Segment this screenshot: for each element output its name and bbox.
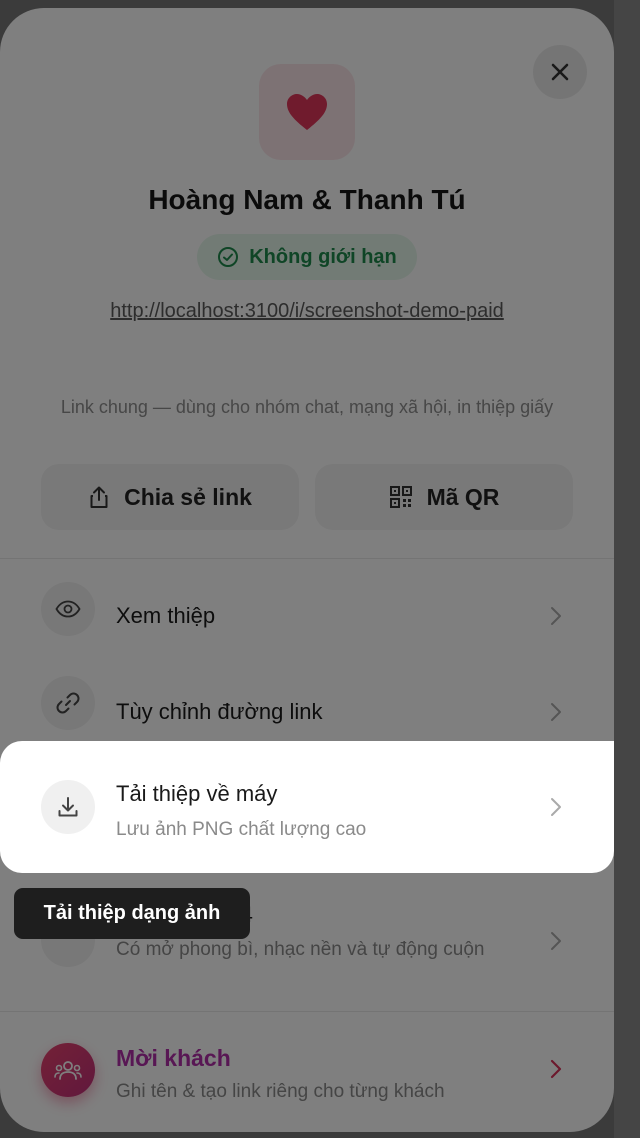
chevron-right-icon [551, 607, 561, 625]
qr-code-button[interactable]: Mã QR [315, 464, 573, 530]
share-link-label: Chia sẻ link [124, 483, 252, 510]
card-logo [259, 64, 355, 160]
link-icon-circle [41, 676, 95, 730]
download-icon [58, 797, 78, 817]
share-link-button[interactable]: Chia sẻ link [41, 464, 299, 530]
share-description: Link chung — dùng cho nhóm chat, mạng xã… [60, 397, 554, 417]
share-dialog: Hoàng Nam & Thanh Tú Không giới hạn http… [0, 8, 614, 1132]
check-circle-icon [218, 247, 239, 267]
dialog-header: Hoàng Nam & Thanh Tú Không giới hạn http… [0, 8, 614, 558]
menu-item-invite-guests[interactable]: Mời khách Ghi tên & tạo link riêng cho t… [0, 1011, 614, 1132]
view-card-title: Xem thiệp [116, 603, 216, 628]
eye-icon [55, 600, 81, 618]
chevron-right-icon [551, 703, 561, 721]
menu-item-view-card[interactable]: Xem thiệp [0, 558, 614, 654]
video-mp4-subtitle: Có mở phong bì, nhạc nền và tự động cuộn [116, 939, 485, 960]
chevron-right-icon [550, 1059, 562, 1079]
download-icon-circle [41, 780, 95, 834]
qr-code-label: Mã QR [426, 483, 500, 510]
heart-icon [287, 94, 327, 130]
chevron-right-icon [551, 798, 561, 816]
close-icon [551, 63, 569, 81]
users-icon [54, 1061, 82, 1080]
view-icon-circle [41, 582, 95, 636]
customize-link-title: Tùy chỉnh đường link [116, 699, 323, 724]
menu-item-download-card[interactable]: Tải thiệp về máy Lưu ảnh PNG chất lượng … [0, 741, 614, 873]
couple-name: Hoàng Nam & Thanh Tú [148, 184, 466, 215]
menu-item-customize-link[interactable]: Tùy chỉnh đường link [0, 654, 614, 750]
invite-guests-title: Mời khách [116, 1045, 231, 1071]
link-icon [56, 692, 80, 714]
invite-guests-subtitle: Ghi tên & tạo link riêng cho từng khách [116, 1081, 445, 1102]
tour-tooltip: Tải thiệp dạng ảnh [14, 888, 250, 939]
share-icon [90, 486, 108, 508]
qr-code-icon [389, 486, 412, 508]
background-scrollbar-area [614, 0, 640, 1138]
download-card-subtitle: Lưu ảnh PNG chất lượng cao [116, 819, 367, 840]
invite-url-link[interactable]: http://localhost:3100/i/screenshot-demo-… [0, 300, 614, 323]
close-button[interactable] [533, 45, 587, 99]
status-badge: Không giới hạn [197, 234, 417, 280]
chevron-right-icon [551, 932, 561, 950]
download-card-title: Tải thiệp về máy [116, 781, 278, 806]
invite-icon-circle [41, 1043, 95, 1097]
status-badge-label: Không giới hạn [249, 245, 397, 268]
